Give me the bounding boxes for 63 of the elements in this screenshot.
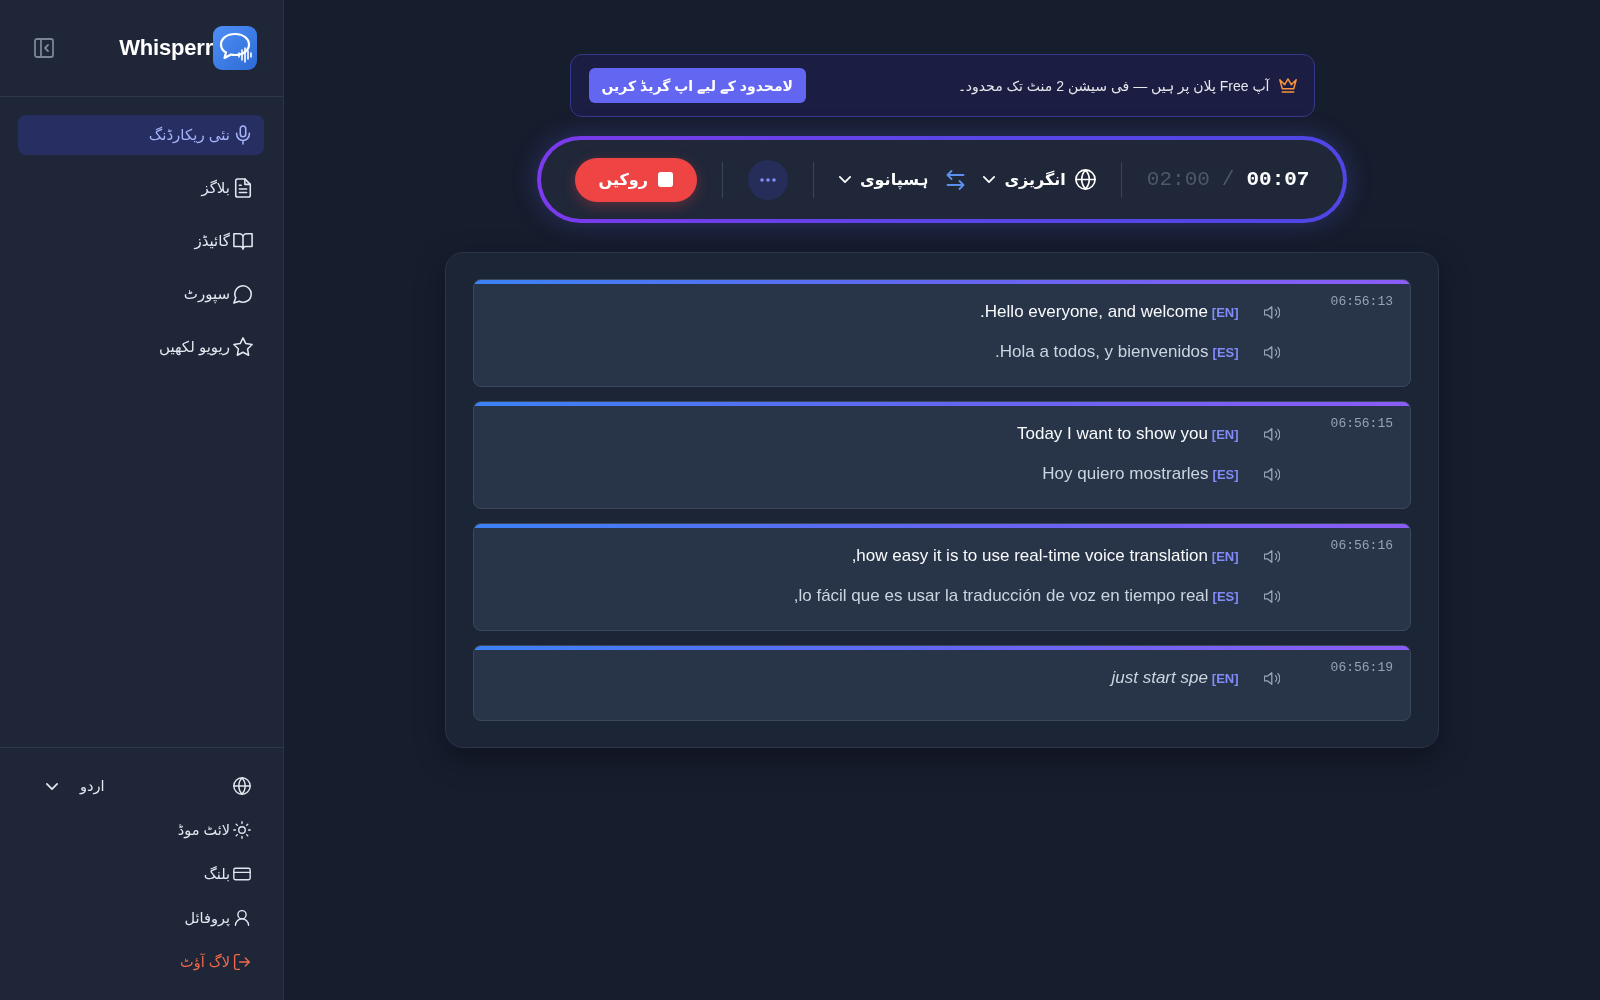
sidebar-nav-item[interactable]: نئی ریکارڈنگ bbox=[18, 115, 264, 155]
transcript-text: lo fácil que es usar la traducción de voz en tiempo real, bbox=[793, 585, 1209, 607]
globe-icon bbox=[1074, 169, 1096, 190]
credit-card-icon bbox=[233, 865, 251, 883]
timestamp: 06:56:19 bbox=[1330, 660, 1393, 675]
speaker-icon[interactable] bbox=[1263, 305, 1280, 319]
speaker-icon[interactable] bbox=[1263, 671, 1280, 685]
plan-notice-text: آپ Free پلان پر ہیں — فی سیشن 2 منٹ تک محدود۔ bbox=[957, 77, 1270, 94]
transcript-text: how easy it is to use real-time voice translation, bbox=[851, 545, 1208, 567]
stop-button[interactable]: روکیں bbox=[574, 157, 697, 202]
microphone-icon bbox=[233, 125, 253, 145]
chevron-down-icon bbox=[983, 176, 996, 183]
time-separator: / bbox=[1221, 168, 1235, 191]
logo-text: Whisperr bbox=[119, 35, 213, 61]
language-select[interactable]: اردو bbox=[40, 774, 111, 798]
sun-icon bbox=[233, 821, 251, 839]
timestamp: 06:56:15 bbox=[1330, 416, 1393, 431]
billing-link[interactable]: بلنگ bbox=[203, 856, 251, 892]
theme-toggle-button[interactable]: لائٹ موڈ bbox=[177, 812, 251, 848]
language-tag: [EN] bbox=[1211, 304, 1239, 320]
transcript-text: Hola a todos, y bienvenidos. bbox=[995, 341, 1209, 363]
speaker-icon[interactable] bbox=[1263, 345, 1280, 359]
transcript-text: Hoy quiero mostrarles bbox=[1042, 463, 1209, 485]
logout-button[interactable]: لاگ آؤٹ bbox=[180, 944, 251, 980]
sidebar-nav-item[interactable]: گائیڈز bbox=[18, 221, 264, 261]
user-icon bbox=[233, 909, 251, 927]
language-tag: [EN] bbox=[1211, 426, 1239, 442]
sidebar-nav-item[interactable]: ریویو لکھیں bbox=[18, 327, 264, 367]
profile-link[interactable]: پروفائل bbox=[184, 900, 251, 936]
timestamp: 06:56:16 bbox=[1330, 538, 1393, 553]
stop-icon bbox=[657, 172, 673, 187]
source-language-select[interactable]: انگریزی bbox=[983, 169, 1096, 190]
swap-arrows-icon[interactable] bbox=[946, 169, 966, 190]
upgrade-button[interactable]: لامحدود کے لیے اپ گریڈ کریں bbox=[588, 68, 806, 103]
language-tag: [ES] bbox=[1212, 588, 1239, 604]
speaker-icon[interactable] bbox=[1263, 467, 1280, 481]
speaker-icon[interactable] bbox=[1263, 589, 1280, 603]
speaker-icon[interactable] bbox=[1263, 549, 1280, 563]
crown-icon bbox=[1278, 78, 1297, 93]
language-tag: [EN] bbox=[1211, 548, 1239, 564]
language-tag: [ES] bbox=[1212, 344, 1239, 360]
transcript-text: Today I want to show you bbox=[1016, 423, 1208, 445]
language-tag: [EN] bbox=[1211, 670, 1239, 686]
sidebar-nav-item[interactable]: بلاگز bbox=[18, 168, 264, 208]
elapsed-time: 00:07 bbox=[1246, 168, 1310, 191]
speaker-icon[interactable] bbox=[1263, 427, 1280, 441]
chevron-down-icon bbox=[838, 176, 851, 183]
globe-icon bbox=[233, 777, 251, 795]
sidebar-nav-item[interactable]: سپورٹ bbox=[18, 274, 264, 314]
logo-icon bbox=[213, 26, 257, 70]
sidebar-collapse-icon[interactable] bbox=[34, 38, 54, 58]
logout-icon bbox=[233, 953, 251, 971]
target-language-select[interactable]: ہسپانوی bbox=[838, 170, 929, 189]
transcript-text: Hello everyone, and welcome. bbox=[980, 301, 1208, 323]
speech-bubble-icon bbox=[233, 284, 253, 304]
ellipsis-icon bbox=[759, 177, 776, 182]
open-book-icon bbox=[233, 231, 253, 251]
chevron-down-icon bbox=[46, 782, 58, 790]
document-icon bbox=[233, 178, 253, 198]
timestamp: 06:56:13 bbox=[1330, 294, 1393, 309]
transcript-text: just start spe bbox=[1111, 667, 1208, 689]
language-tag: [ES] bbox=[1212, 466, 1239, 482]
star-icon bbox=[233, 337, 253, 357]
